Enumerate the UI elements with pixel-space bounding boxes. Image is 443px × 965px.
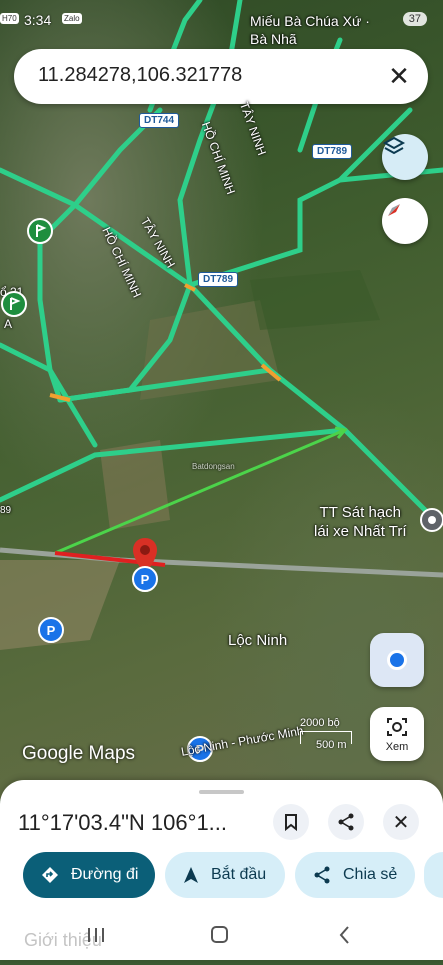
- my-location-button[interactable]: [370, 633, 424, 687]
- test-center-label[interactable]: TT Sát hạch lái xe Nhất Trí: [314, 503, 407, 541]
- status-app-tag: H70: [0, 13, 19, 24]
- parking-marker-icon[interactable]: P: [37, 616, 65, 644]
- home-icon[interactable]: [211, 926, 228, 943]
- nav-icons: [88, 926, 349, 944]
- system-nav-bar: [0, 920, 443, 960]
- close-sheet-button[interactable]: ✕: [383, 804, 419, 840]
- test-center-line: lái xe Nhất Trí: [314, 523, 407, 540]
- camera-scan-icon: [387, 718, 407, 736]
- layers-button[interactable]: [382, 134, 428, 180]
- recent-apps-icon[interactable]: [88, 928, 104, 942]
- park-marker-icon[interactable]: [0, 290, 28, 318]
- test-center-line: TT Sát hạch: [319, 504, 401, 521]
- more-actions-chip[interactable]: [424, 852, 443, 898]
- map-label-fragment: 89: [0, 505, 12, 516]
- map-scale: 2000 bộ 500 m: [300, 717, 360, 751]
- place-coordinates: 11°17'03.4"N 106°1...: [18, 810, 228, 835]
- status-time: 3:34: [24, 12, 52, 28]
- search-query[interactable]: 11.284278,106.321778: [38, 64, 242, 87]
- location-dot-icon: [387, 650, 407, 670]
- watermark: Batdongsan: [192, 462, 235, 471]
- scale-top-label: 2000 bộ: [300, 717, 340, 729]
- compass-icon: [388, 204, 400, 216]
- zalo-icon: Zalo: [62, 13, 82, 24]
- save-button[interactable]: [273, 804, 309, 840]
- svg-text:P: P: [47, 623, 56, 638]
- share-button[interactable]: Chia sẻ: [295, 852, 415, 898]
- close-icon[interactable]: ✕: [384, 61, 414, 91]
- map-view[interactable]: H70 3:34 Zalo 37 Miếu Bà Chúa Xứ · Bà Nh…: [0, 0, 443, 800]
- place-marker-icon[interactable]: [419, 507, 443, 533]
- share-icon: [313, 866, 331, 884]
- area-label[interactable]: Lộc Ninh: [228, 632, 287, 649]
- bookmark-icon: [285, 814, 297, 831]
- temple-label[interactable]: Miếu Bà Chúa Xứ · Bà Nhã: [250, 12, 390, 48]
- share-icon-button[interactable]: [328, 804, 364, 840]
- road-shield-dt744: DT744: [139, 113, 180, 128]
- start-label: Bắt đầu: [211, 866, 267, 883]
- navigation-arrow-icon: [183, 866, 199, 884]
- view-button[interactable]: Xem: [370, 707, 424, 761]
- share-icon: [338, 813, 354, 831]
- view-button-label: Xem: [385, 741, 409, 753]
- back-icon[interactable]: [339, 926, 349, 944]
- start-button[interactable]: Bắt đầu: [165, 852, 285, 898]
- directions-icon: [41, 866, 59, 884]
- svg-text:P: P: [141, 572, 150, 587]
- share-label: Chia sẻ: [343, 866, 398, 883]
- directions-label: Đường đi: [71, 866, 139, 883]
- park-marker-icon[interactable]: [26, 217, 54, 245]
- drag-handle[interactable]: [199, 790, 244, 794]
- battery-indicator: 37: [402, 12, 427, 26]
- search-bar[interactable]: 11.284278,106.321778 ✕: [14, 49, 428, 104]
- google-maps-logo: Google Maps: [22, 743, 136, 764]
- parking-marker-icon[interactable]: P: [131, 565, 159, 593]
- scale-bottom-label: 500 m: [316, 739, 347, 751]
- compass-button[interactable]: [382, 198, 428, 244]
- close-icon: ✕: [392, 811, 410, 834]
- road-shield-dt789: DT789: [198, 272, 239, 287]
- directions-button[interactable]: Đường đi: [23, 852, 155, 898]
- layers-icon: [382, 136, 406, 155]
- road-shield-dt789: DT789: [312, 144, 353, 159]
- map-label-fragment: A: [4, 317, 13, 331]
